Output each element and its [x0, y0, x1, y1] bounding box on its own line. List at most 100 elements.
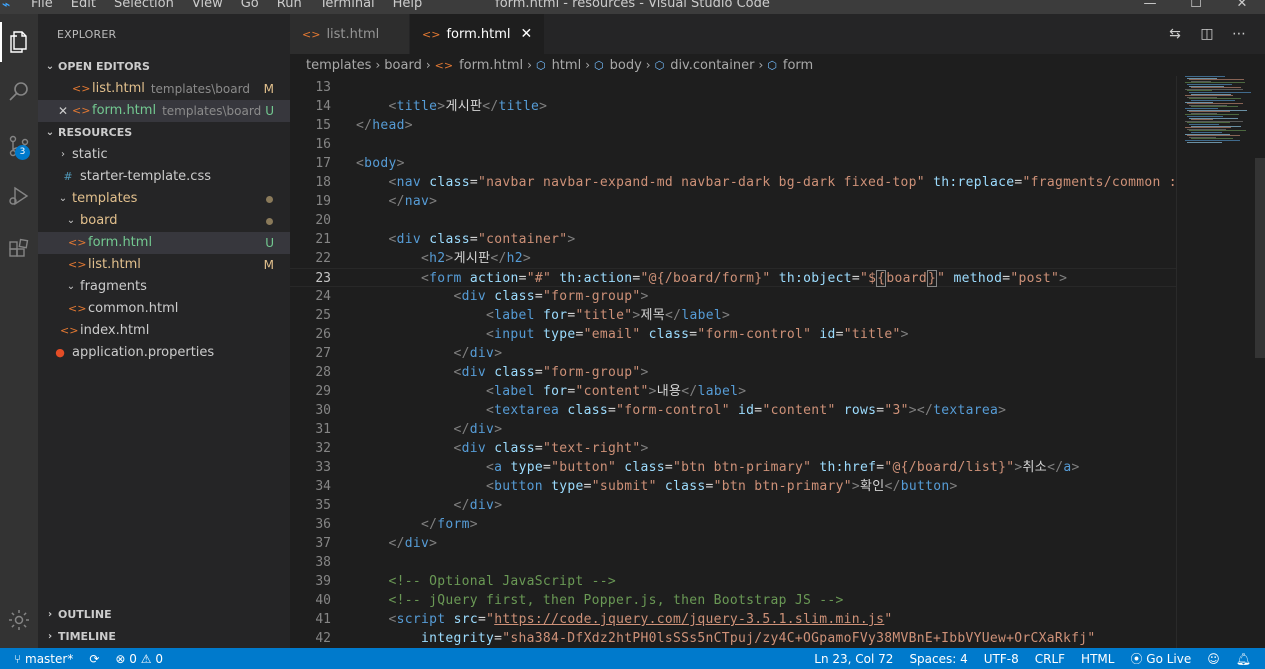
code-line[interactable]: 30 <textarea class="form-control" id="co… [290, 401, 1176, 420]
breadcrumb-item[interactable]: div.container [670, 58, 754, 73]
timeline-section[interactable]: › TIMELINE [38, 626, 290, 648]
code-editor[interactable]: 13 14 <title>게시판</title> 15 </head> 16 17 <bod… [290, 76, 1176, 648]
breadcrumb-item[interactable]: templates [306, 58, 371, 73]
tree-folder-templates[interactable]: ⌄ templates [38, 188, 290, 210]
menu-edit[interactable]: Edit [62, 0, 105, 14]
tree-folder-board[interactable]: ⌄ board [38, 210, 290, 232]
close-window-icon[interactable]: ✕ [1219, 0, 1265, 13]
feedback-icon[interactable]: ☺ [1199, 652, 1228, 666]
line-number: 17 [315, 156, 331, 171]
code-text: <div class="container"> [388, 232, 576, 247]
search-activity[interactable] [0, 72, 38, 112]
code-line[interactable]: 35 </div> [290, 496, 1176, 515]
code-line[interactable]: 32 <div class="text-right"> [290, 439, 1176, 458]
code-line[interactable]: 39 <!-- Optional JavaScript --> [290, 572, 1176, 591]
code-line[interactable]: 19 </nav> [290, 192, 1176, 211]
open-changes-icon[interactable]: ⇆ [1159, 26, 1191, 42]
tree-folder-fragments[interactable]: ⌄ fragments [38, 276, 290, 298]
menu-terminal[interactable]: Terminal [311, 0, 384, 14]
code-line[interactable]: 41 <script src="https://code.jquery.com/… [290, 610, 1176, 629]
code-line[interactable]: 21 <div class="container"> [290, 230, 1176, 249]
branch-status[interactable]: ⑂ master* [6, 652, 81, 666]
explorer-activity[interactable] [0, 22, 38, 62]
menu-selection[interactable]: Selection [105, 0, 183, 14]
line-number: 26 [315, 327, 331, 342]
code-line[interactable]: 13 [290, 78, 1176, 97]
resources-folder-section[interactable]: ⌄ RESOURCES [38, 122, 290, 144]
sync-icon[interactable]: ⟳ [81, 652, 107, 666]
line-number: 36 [315, 517, 331, 532]
source-control-activity[interactable]: 3 [0, 126, 38, 166]
files-icon [10, 31, 27, 53]
close-icon[interactable]: ✕ [521, 26, 533, 42]
breadcrumb-item[interactable]: form.html [459, 58, 523, 73]
minimap[interactable] [1176, 76, 1265, 648]
code-line[interactable]: 31 </div> [290, 420, 1176, 439]
menu-go[interactable]: Go [232, 0, 268, 14]
run-debug-activity[interactable] [0, 176, 38, 216]
code-line[interactable]: 42 integrity="sha384-DfXdz2htPH0lsSSs5nC… [290, 629, 1176, 648]
code-line[interactable]: 28 <div class="form-group"> [290, 363, 1176, 382]
scrollbar-thumb[interactable] [1255, 158, 1265, 358]
code-text: <!-- Optional JavaScript --> [388, 574, 617, 589]
code-line[interactable]: 17 <body> [290, 154, 1176, 173]
split-editor-icon[interactable]: ◫ [1191, 26, 1223, 42]
code-line[interactable]: 16 [290, 135, 1176, 154]
open-editor-form-html[interactable]: ✕ <> form.html templates\board U [38, 100, 290, 122]
problems-status[interactable]: ⊗ 0 ⚠ 0 [107, 652, 171, 666]
code-line[interactable]: 27 </div> [290, 344, 1176, 363]
encoding[interactable]: UTF-8 [976, 652, 1027, 666]
tree-file-starter-css[interactable]: # starter-template.css [38, 166, 290, 188]
code-line[interactable]: 29 <label for="content">내용</label> [290, 382, 1176, 401]
more-actions-icon[interactable]: ⋯ [1223, 26, 1255, 42]
outline-section[interactable]: › OUTLINE [38, 604, 290, 626]
menu-view[interactable]: View [183, 0, 232, 14]
open-editors-section[interactable]: ⌄ OPEN EDITORS [38, 56, 290, 78]
maximize-icon[interactable]: ☐ [1173, 0, 1219, 13]
tree-file-common-html[interactable]: <> common.html [38, 298, 290, 320]
open-editor-list-html[interactable]: <> list.html templates\board M [38, 78, 290, 100]
manage-activity[interactable] [0, 600, 38, 640]
chevron-right-icon: › [61, 149, 65, 160]
code-line[interactable]: 14 <title>게시판</title> [290, 97, 1176, 116]
indentation[interactable]: Spaces: 4 [901, 652, 975, 666]
extensions-activity[interactable] [0, 230, 38, 270]
code-line[interactable]: 22 <h2>게시판</h2> [290, 249, 1176, 268]
breadcrumb-item[interactable]: form [783, 58, 813, 73]
code-line[interactable]: 15 </head> [290, 116, 1176, 135]
code-line[interactable]: 33 <a type="button" class="btn btn-prima… [290, 458, 1176, 477]
tab-list-html[interactable]: <> list.html [290, 14, 410, 54]
code-line[interactable]: 34 <button type="submit" class="btn btn-… [290, 477, 1176, 496]
code-line[interactable]: 36 </form> [290, 515, 1176, 534]
go-live-button[interactable]: ⦿ Go Live [1122, 650, 1199, 667]
code-line[interactable]: 25 <label for="title">제목</label> [290, 306, 1176, 325]
breadcrumb-item[interactable]: body [610, 58, 642, 73]
bell-icon[interactable]: 🔔︎ [1228, 652, 1259, 666]
menu-run[interactable]: Run [268, 0, 311, 14]
tree-file-form-html[interactable]: <> form.html U [38, 232, 290, 254]
cursor-position[interactable]: Ln 23, Col 72 [806, 652, 901, 666]
code-line[interactable]: 18 <nav class="navbar navbar-expand-md n… [290, 173, 1176, 192]
code-line[interactable]: 37 </div> [290, 534, 1176, 553]
minimize-icon[interactable]: — [1127, 0, 1173, 13]
breadcrumb-item[interactable]: html [552, 58, 582, 73]
tree-file-application-properties[interactable]: ● application.properties [38, 342, 290, 364]
code-line[interactable]: 20 [290, 211, 1176, 230]
tree-file-index-html[interactable]: <> index.html [38, 320, 290, 342]
code-line[interactable]: 38 [290, 553, 1176, 572]
tree-folder-static[interactable]: › static [38, 144, 290, 166]
language-mode[interactable]: HTML [1073, 652, 1122, 666]
breadcrumb-item[interactable]: board [384, 58, 422, 73]
close-icon[interactable]: ✕ [58, 100, 68, 122]
code-line[interactable]: 24 <div class="form-group"> [290, 287, 1176, 306]
code-line[interactable]: 40 <!-- jQuery first, then Popper.js, th… [290, 591, 1176, 610]
menu-file[interactable]: File [22, 0, 62, 14]
tab-form-html[interactable]: <> form.html ✕ [410, 14, 546, 54]
line-number: 27 [315, 346, 331, 361]
code-line[interactable]: 23 <form action="#" th:action="@{/board/… [290, 268, 1176, 287]
menu-help[interactable]: Help [384, 0, 432, 14]
tree-file-list-html[interactable]: <> list.html M [38, 254, 290, 276]
end-of-line[interactable]: CRLF [1027, 652, 1073, 666]
code-line[interactable]: 26 <input type="email" class="form-contr… [290, 325, 1176, 344]
tree-label: static [72, 147, 108, 162]
